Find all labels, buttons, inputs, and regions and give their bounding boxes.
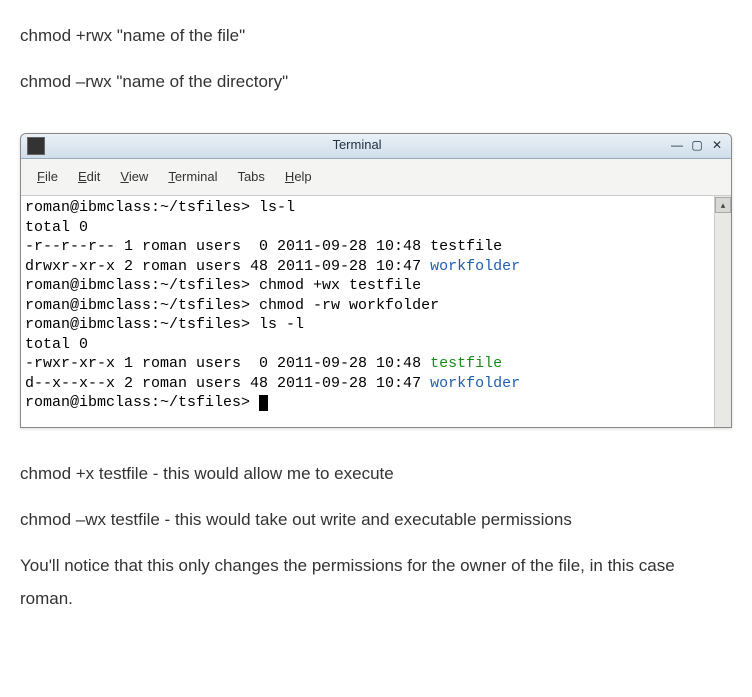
term-line: d--x--x--x 2 roman users 48 2011-09-28 1…	[25, 375, 430, 392]
maximize-button[interactable]: ▢	[689, 139, 705, 153]
cursor	[259, 395, 268, 411]
scrollbar[interactable]: ▴	[714, 196, 731, 427]
term-line: total 0	[25, 219, 88, 236]
doc-line-1: chmod +rwx "name of the file"	[20, 20, 732, 52]
window-title: Terminal	[45, 133, 669, 158]
terminal-app-icon	[27, 137, 45, 155]
menu-file[interactable]: File	[29, 163, 66, 192]
term-line: roman@ibmclass:~/tsfiles> chmod +wx test…	[25, 277, 421, 294]
terminal-window: Terminal — ▢ ✕ File Edit View Terminal T…	[20, 133, 732, 428]
scroll-up-icon[interactable]: ▴	[715, 197, 731, 213]
doc-line-4: chmod –wx testfile - this would take out…	[20, 504, 732, 536]
term-prompt: roman@ibmclass:~/tsfiles>	[25, 394, 259, 411]
minimize-button[interactable]: —	[669, 139, 685, 153]
term-folder: workfolder	[430, 258, 520, 275]
close-button[interactable]: ✕	[709, 139, 725, 153]
menu-help[interactable]: Help	[277, 163, 320, 192]
titlebar: Terminal — ▢ ✕	[21, 134, 731, 159]
term-line: total 0	[25, 336, 88, 353]
doc-line-2: chmod –rwx "name of the directory"	[20, 66, 732, 98]
term-line: roman@ibmclass:~/tsfiles> ls-l	[25, 199, 295, 216]
doc-line-5: You'll notice that this only changes the…	[20, 550, 732, 615]
term-line: -rwxr-xr-x 1 roman users 0 2011-09-28 10…	[25, 355, 430, 372]
window-controls: — ▢ ✕	[669, 139, 725, 153]
term-line: -r--r--r-- 1 roman users 0 2011-09-28 10…	[25, 238, 430, 255]
menu-tabs[interactable]: Tabs	[229, 163, 272, 192]
term-filename: testfile	[430, 238, 502, 255]
menu-view[interactable]: View	[112, 163, 156, 192]
term-folder: workfolder	[430, 375, 520, 392]
term-line: roman@ibmclass:~/tsfiles> ls -l	[25, 316, 304, 333]
terminal-output[interactable]: roman@ibmclass:~/tsfiles> ls-l total 0 -…	[21, 196, 714, 427]
menu-edit[interactable]: Edit	[70, 163, 108, 192]
doc-line-3: chmod +x testfile - this would allow me …	[20, 458, 732, 490]
term-filename: testfile	[430, 355, 502, 372]
term-line: roman@ibmclass:~/tsfiles> chmod -rw work…	[25, 297, 439, 314]
menu-terminal[interactable]: Terminal	[160, 163, 225, 192]
term-line: drwxr-xr-x 2 roman users 48 2011-09-28 1…	[25, 258, 430, 275]
menubar: File Edit View Terminal Tabs Help	[21, 159, 731, 197]
